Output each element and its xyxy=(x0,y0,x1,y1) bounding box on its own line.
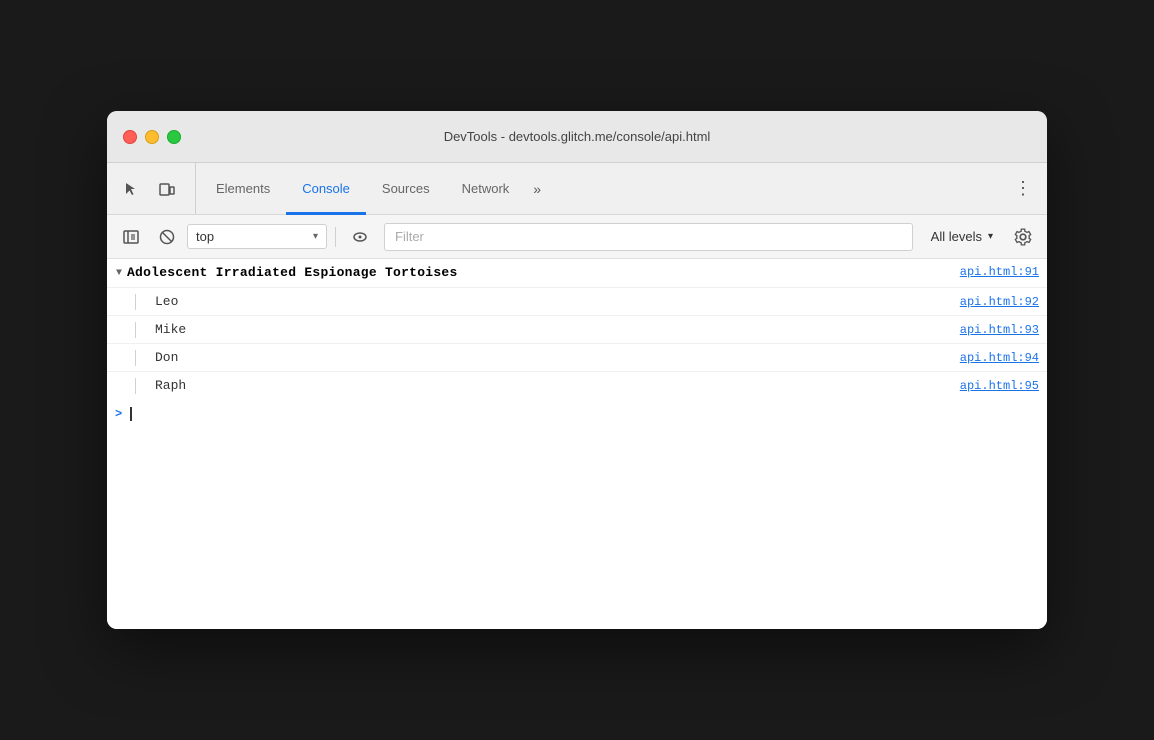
devtools-window: DevTools - devtools.glitch.me/console/ap… xyxy=(107,111,1047,629)
tab-sources[interactable]: Sources xyxy=(366,164,446,215)
more-tabs-button[interactable]: » xyxy=(525,163,549,214)
list-item: Leo api.html:92 xyxy=(107,288,1047,316)
context-selector[interactable]: top ▾ xyxy=(187,224,327,249)
tab-controls xyxy=(115,163,196,214)
group-header: ▼ Adolescent Irradiated Espionage Tortoi… xyxy=(107,259,1047,288)
levels-arrow-icon: ▾ xyxy=(988,231,993,242)
live-expression-button[interactable] xyxy=(344,221,376,253)
group-link[interactable]: api.html:91 xyxy=(960,265,1039,279)
console-settings-button[interactable] xyxy=(1007,221,1039,253)
close-button[interactable] xyxy=(123,130,137,144)
tab-bar: Elements Console Sources Network » ⋮ xyxy=(107,163,1047,215)
devtools-menu-button[interactable]: ⋮ xyxy=(1007,163,1039,214)
window-title: DevTools - devtools.glitch.me/console/ap… xyxy=(444,129,711,144)
child-link-2[interactable]: api.html:94 xyxy=(960,351,1039,365)
log-levels-button[interactable]: All levels ▾ xyxy=(921,225,1003,248)
repl-prompt[interactable]: > xyxy=(107,399,1047,429)
list-item: Mike api.html:93 xyxy=(107,316,1047,344)
clear-console-button[interactable] xyxy=(151,221,183,253)
repl-arrow: > xyxy=(115,407,122,421)
child-link-0[interactable]: api.html:92 xyxy=(960,295,1039,309)
cursor-icon-button[interactable] xyxy=(115,173,147,205)
child-text-1: Mike xyxy=(155,322,960,337)
tab-elements[interactable]: Elements xyxy=(200,164,286,215)
group-label: Adolescent Irradiated Espionage Tortoise… xyxy=(127,265,960,280)
expand-icon[interactable]: ▼ xyxy=(111,265,127,281)
child-text-2: Don xyxy=(155,350,960,365)
tab-spacer xyxy=(549,163,1007,214)
device-toolbar-button[interactable] xyxy=(151,173,183,205)
tab-network[interactable]: Network xyxy=(446,164,526,215)
console-output: ▼ Adolescent Irradiated Espionage Tortoi… xyxy=(107,259,1047,629)
child-text-3: Raph xyxy=(155,378,960,393)
child-link-3[interactable]: api.html:95 xyxy=(960,379,1039,393)
filter-input[interactable] xyxy=(384,223,913,251)
traffic-lights xyxy=(123,130,181,144)
sidebar-toggle-button[interactable] xyxy=(115,221,147,253)
repl-cursor xyxy=(130,407,132,421)
minimize-button[interactable] xyxy=(145,130,159,144)
child-text-0: Leo xyxy=(155,294,960,309)
console-toolbar: top ▾ All levels ▾ xyxy=(107,215,1047,259)
list-item: Raph api.html:95 xyxy=(107,372,1047,399)
context-arrow: ▾ xyxy=(313,231,318,242)
toolbar-divider xyxy=(335,227,336,247)
maximize-button[interactable] xyxy=(167,130,181,144)
tab-console[interactable]: Console xyxy=(286,164,366,215)
child-link-1[interactable]: api.html:93 xyxy=(960,323,1039,337)
list-item: Don api.html:94 xyxy=(107,344,1047,372)
title-bar: DevTools - devtools.glitch.me/console/ap… xyxy=(107,111,1047,163)
